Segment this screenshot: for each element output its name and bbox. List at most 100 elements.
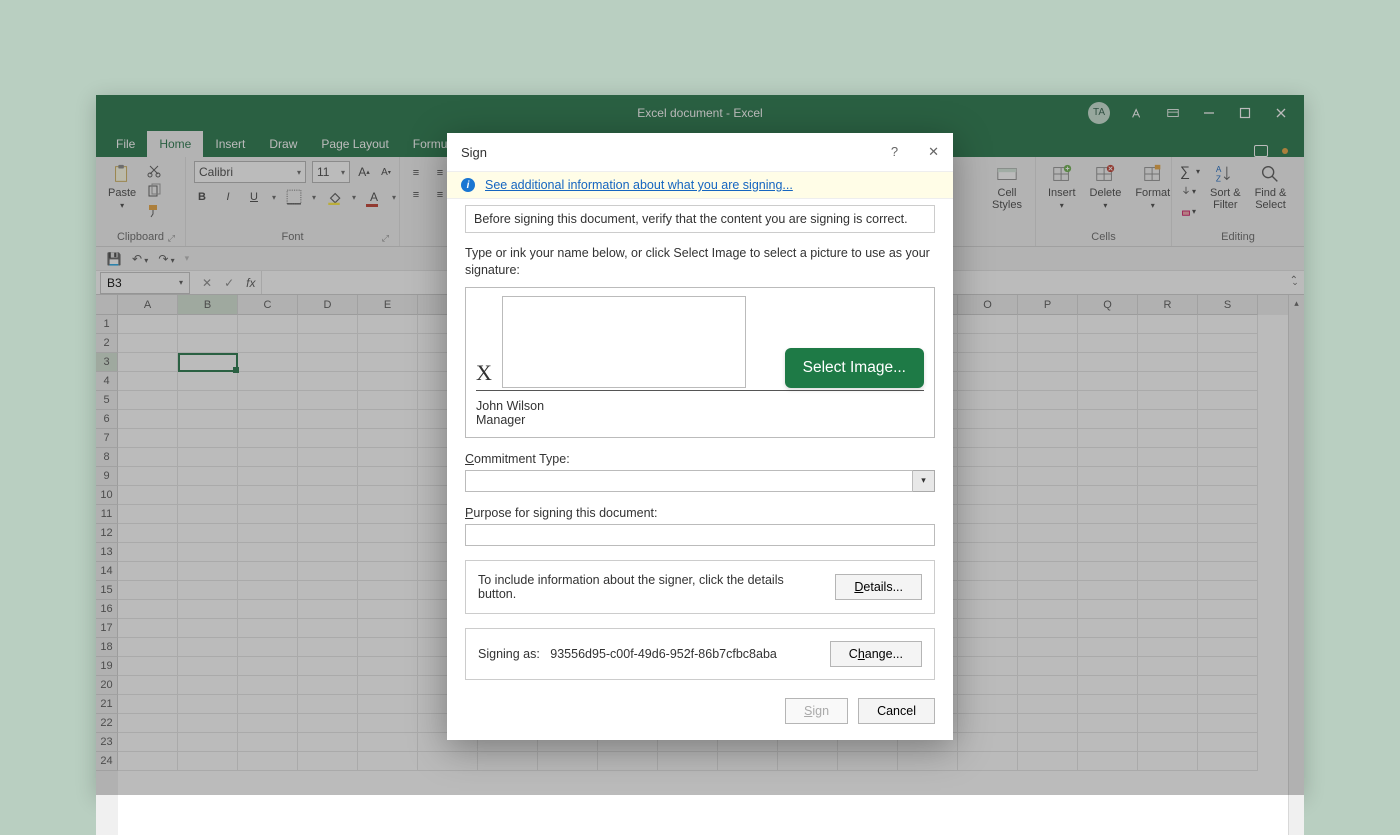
column-header[interactable]: P [1018,295,1078,315]
details-button[interactable]: Details... [835,574,922,600]
row-header[interactable]: 13 [96,543,118,562]
fx-label[interactable]: fx [246,276,261,290]
increase-font-icon[interactable]: A▴ [356,164,372,180]
cancel-formula-icon[interactable]: ✕ [202,276,212,290]
row-header[interactable]: 11 [96,505,118,524]
column-header[interactable]: S [1198,295,1258,315]
format-cells-button[interactable]: Format▾ [1131,161,1174,212]
row-header[interactable]: 1 [96,315,118,334]
cancel-button[interactable]: Cancel [858,698,935,724]
commitment-type-label: Commitment Type: [465,452,935,466]
fill-button[interactable]: ▾ [1180,183,1196,199]
paste-button[interactable]: Paste ▾ [104,161,140,212]
commitment-dropdown-button[interactable]: ▾ [913,470,935,492]
undo-button[interactable]: ↶ ▾ [132,252,148,266]
qat-customize[interactable]: ▾ [185,253,190,264]
decrease-font-icon[interactable]: A▾ [378,164,394,180]
signature-canvas[interactable] [502,296,746,388]
cell-styles-button[interactable]: Cell Styles [988,161,1026,213]
row-headers[interactable]: 123456789101112131415161718192021222324 [96,315,118,835]
sign-button[interactable]: Sign [785,698,848,724]
tab-file[interactable]: File [104,131,147,157]
signer-name: John Wilson [476,399,924,413]
info-banner: i See additional information about what … [447,171,953,199]
underline-button[interactable]: U [246,189,262,205]
tab-page-layout[interactable]: Page Layout [309,131,400,157]
cut-icon[interactable] [146,163,162,179]
align-left-icon[interactable]: ≡ [408,187,424,203]
row-header[interactable]: 17 [96,619,118,638]
row-header[interactable]: 8 [96,448,118,467]
copy-icon[interactable] [146,183,162,199]
italic-button[interactable]: I [220,189,236,205]
row-header[interactable]: 15 [96,581,118,600]
notification-dot[interactable] [1282,148,1288,154]
tab-draw[interactable]: Draw [257,131,309,157]
signer-title: Manager [476,413,924,427]
column-header[interactable]: D [298,295,358,315]
font-color-button[interactable]: A [366,189,382,205]
row-header[interactable]: 5 [96,391,118,410]
insert-cells-button[interactable]: Insert▾ [1044,161,1080,212]
row-header[interactable]: 19 [96,657,118,676]
border-button[interactable] [286,189,302,205]
row-header[interactable]: 21 [96,695,118,714]
column-header[interactable]: C [238,295,298,315]
find-select-button[interactable]: Find & Select [1251,161,1291,213]
row-header[interactable]: 24 [96,752,118,771]
clear-button[interactable]: ▾ [1180,203,1196,219]
row-header[interactable]: 4 [96,372,118,391]
row-header[interactable]: 16 [96,600,118,619]
change-button[interactable]: Change... [830,641,922,667]
commitment-type-combo[interactable] [465,470,913,492]
signature-x: X [476,360,492,388]
active-cell[interactable] [178,353,238,372]
help-button[interactable]: ? [891,144,898,160]
purpose-input[interactable] [465,524,935,546]
row-header[interactable]: 2 [96,334,118,353]
row-header[interactable]: 22 [96,714,118,733]
collapse-ribbon-icon[interactable]: ⌃ [1290,275,1298,286]
column-header[interactable]: B [178,295,238,315]
format-painter-icon[interactable] [146,203,162,219]
dialog-titlebar: Sign ? ✕ [447,133,953,171]
column-header[interactable]: A [118,295,178,315]
column-header[interactable]: O [958,295,1018,315]
column-header[interactable]: Q [1078,295,1138,315]
fill-color-button[interactable] [326,189,342,205]
close-icon[interactable]: ✕ [928,144,939,160]
see-additional-info-link[interactable]: See additional information about what yo… [485,178,793,192]
row-header[interactable]: 7 [96,429,118,448]
row-header[interactable]: 18 [96,638,118,657]
enter-formula-icon[interactable]: ✓ [224,276,234,290]
row-header[interactable]: 23 [96,733,118,752]
purpose-label: Purpose for signing this document: [465,506,935,520]
align-center-icon[interactable]: ≡ [432,187,448,203]
redo-button[interactable]: ↷ ▾ [158,252,174,266]
row-header[interactable]: 20 [96,676,118,695]
tab-home[interactable]: Home [147,131,203,157]
align-top-icon[interactable]: ≡ [408,165,424,181]
tab-insert[interactable]: Insert [203,131,257,157]
font-name-combo[interactable]: Calibri▾ [194,161,306,183]
select-image-button[interactable]: Select Image... [785,348,924,388]
bold-button[interactable]: B [194,189,210,205]
column-header[interactable]: E [358,295,418,315]
align-middle-icon[interactable]: ≡ [432,165,448,181]
select-all-corner[interactable] [96,295,118,315]
name-box[interactable]: B3▾ [100,272,190,294]
row-header[interactable]: 9 [96,467,118,486]
autosum-button[interactable]: ∑▾ [1180,163,1200,179]
row-header[interactable]: 10 [96,486,118,505]
share-icon[interactable] [1254,145,1268,157]
row-header[interactable]: 3 [96,353,118,372]
row-header[interactable]: 12 [96,524,118,543]
font-size-combo[interactable]: 11▾ [312,161,350,183]
vertical-scrollbar[interactable]: ▴ [1288,295,1304,835]
row-header[interactable]: 6 [96,410,118,429]
row-header[interactable]: 14 [96,562,118,581]
column-header[interactable]: R [1138,295,1198,315]
save-icon[interactable]: 💾 [106,251,122,267]
delete-cells-button[interactable]: Delete▾ [1086,161,1126,212]
sort-filter-button[interactable]: AZSort & Filter [1206,161,1245,213]
